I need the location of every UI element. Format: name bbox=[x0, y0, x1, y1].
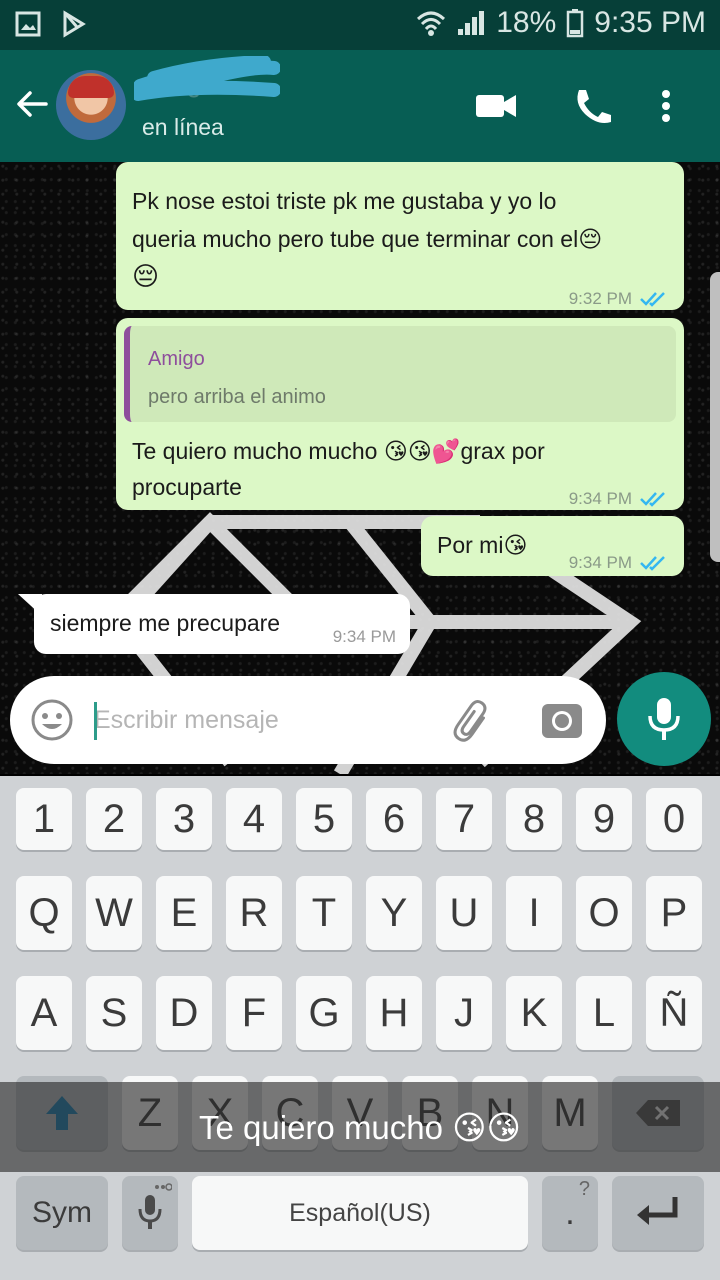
more-vert-icon[interactable] bbox=[656, 86, 676, 126]
key-i[interactable]: I bbox=[506, 876, 562, 950]
gallery-notification-icon bbox=[15, 11, 41, 37]
clock: 9:35 PM bbox=[594, 6, 706, 39]
key-d[interactable]: D bbox=[156, 976, 212, 1050]
message-text: Pk nose estoi triste pk me gustaba y yo … bbox=[132, 188, 557, 214]
key-l[interactable]: L bbox=[576, 976, 632, 1050]
mic-button[interactable] bbox=[617, 672, 711, 766]
key-a[interactable]: A bbox=[16, 976, 72, 1050]
bubble-tail bbox=[18, 594, 42, 616]
back-arrow-icon[interactable] bbox=[14, 86, 50, 122]
settings-dots-icon bbox=[155, 1183, 172, 1191]
key-j[interactable]: J bbox=[436, 976, 492, 1050]
play-store-notification-icon bbox=[63, 10, 86, 38]
camera-icon[interactable] bbox=[540, 698, 584, 742]
key-3[interactable]: 3 bbox=[156, 788, 212, 850]
period-key-hint: ? bbox=[578, 1178, 590, 1200]
message-composer bbox=[10, 676, 606, 764]
key-o[interactable]: O bbox=[576, 876, 632, 950]
phone-icon[interactable] bbox=[570, 86, 614, 126]
sym-key-label: Sym bbox=[32, 1196, 92, 1229]
video-call-icon[interactable] bbox=[474, 86, 518, 126]
message-time: 9:34 PM bbox=[568, 553, 632, 572]
key-r[interactable]: R bbox=[226, 876, 282, 950]
key-k[interactable]: K bbox=[506, 976, 562, 1050]
key-2[interactable]: 2 bbox=[86, 788, 142, 850]
message-meta: 9:32 PM bbox=[569, 280, 670, 318]
key-4[interactable]: 4 bbox=[226, 788, 282, 850]
key-p[interactable]: P bbox=[646, 876, 702, 950]
period-key-label: . bbox=[565, 1193, 575, 1232]
wifi-icon bbox=[417, 11, 446, 36]
soft-keyboard: 1 2 3 4 5 6 7 8 9 0 Q W E R T Y U I O P … bbox=[0, 776, 720, 1280]
message-meta: 9:34 PM bbox=[569, 480, 670, 518]
avatar[interactable] bbox=[56, 70, 126, 140]
contact-status: en línea bbox=[142, 114, 224, 140]
double-check-icon bbox=[640, 556, 665, 571]
space-key-label: Español(US) bbox=[289, 1198, 431, 1227]
key-6[interactable]: 6 bbox=[366, 788, 422, 850]
key-y[interactable]: Y bbox=[366, 876, 422, 950]
message-text: Te quiero mucho mucho 😘😘💕grax por bbox=[132, 438, 545, 464]
enter-icon bbox=[637, 1197, 678, 1225]
key-s[interactable]: S bbox=[86, 976, 142, 1050]
key-h[interactable]: H bbox=[366, 976, 422, 1050]
message-input[interactable] bbox=[94, 698, 434, 742]
chat-header: Amigo en línea bbox=[0, 50, 720, 162]
period-key[interactable]: . ? bbox=[542, 1176, 598, 1250]
message-meta: 9:34 PM bbox=[569, 544, 670, 582]
message-outgoing[interactable]: Por mi😘 9:34 PM bbox=[421, 516, 684, 576]
emoji-icon[interactable] bbox=[30, 698, 74, 742]
quoted-text: pero arriba el animo bbox=[148, 386, 326, 408]
key-8[interactable]: 8 bbox=[506, 788, 562, 850]
key-enye[interactable]: Ñ bbox=[646, 976, 702, 1050]
key-5[interactable]: 5 bbox=[296, 788, 352, 850]
battery-icon bbox=[567, 9, 584, 38]
signal-icon bbox=[458, 11, 485, 35]
key-f[interactable]: F bbox=[226, 976, 282, 1050]
status-bar: 18% 9:35 PM bbox=[0, 0, 720, 50]
mic-icon bbox=[138, 1195, 162, 1229]
message-incoming[interactable]: siempre me precupare 9:34 PM bbox=[34, 594, 410, 654]
key-1[interactable]: 1 bbox=[16, 788, 72, 850]
message-text: queria mucho pero tube que terminar con … bbox=[132, 226, 603, 252]
key-9[interactable]: 9 bbox=[576, 788, 632, 850]
double-check-icon bbox=[640, 492, 665, 507]
voice-input-key[interactable] bbox=[122, 1176, 178, 1250]
message-time: 9:32 PM bbox=[568, 289, 632, 308]
message-outgoing[interactable]: Pk nose estoi triste pk me gustaba y yo … bbox=[116, 162, 684, 310]
enter-key[interactable] bbox=[612, 1176, 704, 1250]
attach-icon[interactable] bbox=[450, 700, 494, 744]
quoted-message[interactable]: Amigo pero arriba el animo bbox=[124, 326, 676, 422]
scroll-indicator[interactable] bbox=[710, 272, 720, 562]
message-outgoing-reply[interactable]: Amigo pero arriba el animo Te quiero muc… bbox=[116, 318, 684, 510]
key-w[interactable]: W bbox=[86, 876, 142, 950]
key-e[interactable]: E bbox=[156, 876, 212, 950]
key-u[interactable]: U bbox=[436, 876, 492, 950]
text-cursor bbox=[94, 702, 97, 740]
key-t[interactable]: T bbox=[296, 876, 352, 950]
key-0[interactable]: 0 bbox=[646, 788, 702, 850]
quoted-sender: Amigo bbox=[148, 348, 205, 370]
key-q[interactable]: Q bbox=[16, 876, 72, 950]
message-time: 9:34 PM bbox=[568, 489, 632, 508]
key-7[interactable]: 7 bbox=[436, 788, 492, 850]
double-check-icon bbox=[640, 292, 665, 307]
caption-text: Te quiero mucho 😘😘 bbox=[199, 1109, 521, 1146]
mic-icon bbox=[648, 698, 680, 740]
message-meta: 9:34 PM bbox=[333, 618, 396, 656]
battery-percent: 18% bbox=[496, 6, 557, 39]
key-g[interactable]: G bbox=[296, 976, 352, 1050]
redaction-scribble bbox=[134, 56, 280, 101]
sym-key[interactable]: Sym bbox=[16, 1176, 108, 1250]
message-time: 9:34 PM bbox=[332, 627, 396, 646]
space-key[interactable]: Español(US) bbox=[192, 1176, 528, 1250]
